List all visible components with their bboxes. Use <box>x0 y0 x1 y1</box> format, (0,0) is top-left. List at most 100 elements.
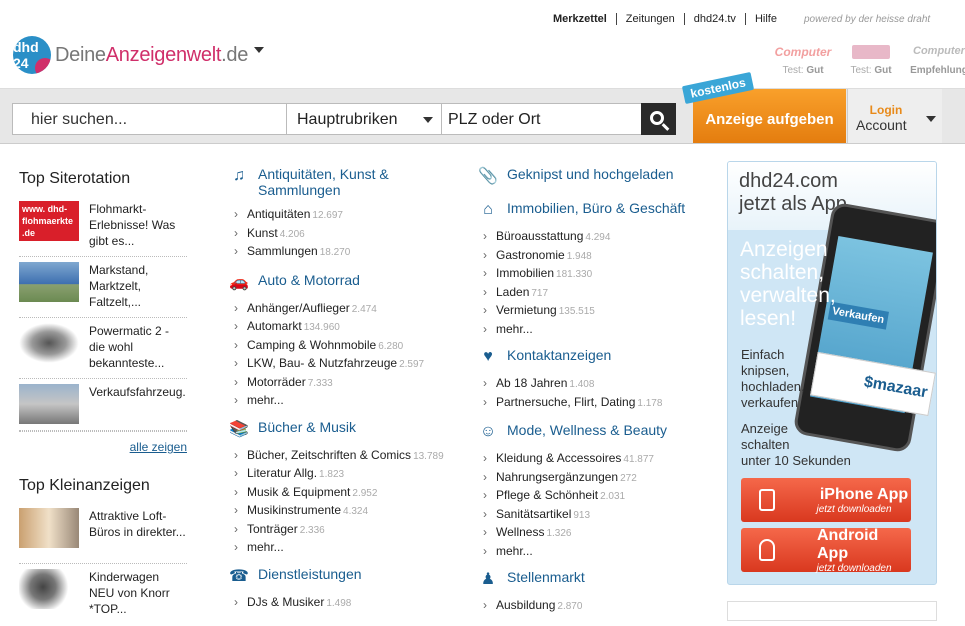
subcategory-link[interactable]: Partnersuche, Flirt, Dating1.178 <box>478 394 718 413</box>
list-item[interactable]: Kinderwagen NEU von Knorr *TOP... <box>19 564 187 625</box>
subcategory-label: Gastronomie <box>496 247 565 262</box>
subcategory-link[interactable]: Literatur Allg.1.823 <box>229 465 469 484</box>
phone-screen-label: Verkaufen <box>827 301 889 330</box>
category-heading[interactable]: 🚗 Auto & Motorrad <box>229 272 469 292</box>
subcategory-link[interactable]: Bücher, Zeitschriften & Comics13.789 <box>229 447 469 466</box>
subcategory-label: Antiquitäten <box>247 207 311 221</box>
subcategory-link[interactable]: Nahrungsergänzungen272 <box>478 469 718 488</box>
headline-line: schalten, <box>740 261 825 284</box>
category-column-2: 📎 Geknipst und hochgeladen ⌂ Immobilien, B… <box>478 166 718 626</box>
subcategory-link[interactable]: Musik & Equipment2.952 <box>229 484 469 503</box>
subcategory-link[interactable]: Sanitätsartikel913 <box>478 506 718 525</box>
more-link[interactable]: mehr... <box>478 543 718 560</box>
subcategory-link[interactable]: Antiquitäten12.697 <box>229 206 469 225</box>
subcategory-link[interactable]: Wellness1.326 <box>478 524 718 543</box>
subcategory-label: mehr... <box>496 543 533 558</box>
more-link[interactable]: mehr... <box>478 321 718 338</box>
show-all-link[interactable]: alle zeigen <box>19 431 187 455</box>
iphone-app-button[interactable]: iPhone App jetzt downloaden <box>741 478 911 522</box>
more-link[interactable]: mehr... <box>229 539 469 556</box>
category-heading[interactable]: ♟ Stellenmarkt <box>478 569 718 589</box>
nav-hilfe[interactable]: Hilfe <box>744 13 786 25</box>
test-label: Test: <box>782 65 804 76</box>
search-button[interactable] <box>641 103 676 135</box>
subcategory-link[interactable]: Anhänger/Auflieger2.474 <box>229 300 469 319</box>
subcategory-link[interactable]: Immobilien181.330 <box>478 265 718 284</box>
subcategory-link[interactable]: Motorräder7.333 <box>229 374 469 393</box>
more-link[interactable]: mehr... <box>229 392 469 409</box>
subcategory-link[interactable]: Gastronomie1.948 <box>478 247 718 266</box>
nav-merkzettel[interactable]: Merkzettel <box>553 13 616 25</box>
category-heading[interactable]: 📎 Geknipst und hochgeladen <box>478 166 718 186</box>
subcategory-label: DJs & Musiker <box>247 594 325 609</box>
subcategory-count: 717 <box>531 287 549 299</box>
account-label: Account <box>856 117 907 133</box>
iphone-icon <box>759 489 775 511</box>
search-input[interactable]: hier suchen... <box>12 103 287 135</box>
subcategory-count: 4.324 <box>343 506 369 517</box>
list-item-text: Powermatic 2 - die wohl bekannteste... <box>89 324 170 370</box>
list-item[interactable]: Attraktive Loft-Büros in direkter... <box>19 503 187 564</box>
category-geknipst: 📎 Geknipst und hochgeladen <box>478 166 718 186</box>
subcategory-count: 1.498 <box>326 597 352 609</box>
category-title: Auto & Motorrad <box>258 271 360 288</box>
subcategory-label: Ab 18 Jahren <box>496 376 568 390</box>
nav-dhd24tv[interactable]: dhd24.tv <box>683 13 745 25</box>
chevron-down-icon[interactable] <box>254 47 265 53</box>
subcategory-link[interactable]: Vermietung135.515 <box>478 302 718 321</box>
list-item[interactable]: Verkaufsfahrzeug. <box>19 379 187 431</box>
category-heading[interactable]: ☎ Dienstleistungen <box>229 566 469 586</box>
list-item-text: Attraktive Loft-Büros in direkter... <box>89 509 186 539</box>
subcategory-count: 41.877 <box>623 454 654 465</box>
subcategory-link[interactable]: Ausbildung2.870 <box>478 597 718 616</box>
subcategory-link[interactable]: Kleidung & Accessoires41.877 <box>478 450 718 469</box>
subcategory-link[interactable]: Musikinstrumente4.324 <box>229 502 469 521</box>
subcategory-count: 2.597 <box>399 359 425 370</box>
subcategory-count: 7.333 <box>307 377 333 389</box>
category-heading[interactable]: ☺ Mode, Wellness & Beauty <box>478 422 718 442</box>
app-promo-text-2: Anzeige schalten unter 10 Sekunden <box>741 421 851 469</box>
subcategory-link[interactable]: Kunst4.206 <box>229 225 469 244</box>
top-kleinanzeigen-title: Top Kleinanzeigen <box>19 477 150 494</box>
headline-line: Anzeigen <box>740 238 828 261</box>
worker-icon: ♟ <box>480 571 496 588</box>
subcategory-link[interactable]: Pflege & Schönheit2.031 <box>478 487 718 506</box>
site-logo[interactable]: dhd 24 DeineAnzeigenwelt.de <box>13 36 265 74</box>
subcategory-link[interactable]: Automarkt134.960 <box>229 318 469 337</box>
category-title: Mode, Wellness & Beauty <box>507 422 668 438</box>
login-menu[interactable]: Login Account <box>847 89 942 143</box>
list-item[interactable]: Markstand, Marktzelt, Faltzelt,... <box>19 257 187 318</box>
list-item[interactable]: www. dhd-flohmaerkte .de Flohmarkt-Erleb… <box>19 196 187 257</box>
category-heading[interactable]: ⌂ Immobilien, Büro & Geschäft <box>478 200 718 220</box>
paperclip-icon: 📎 <box>478 168 498 185</box>
list-item[interactable]: Powermatic 2 - die wohl bekannteste... <box>19 318 187 379</box>
subcategory-link[interactable]: DJs & Musiker1.498 <box>229 594 469 613</box>
subcategory-label: Kunst <box>247 225 278 240</box>
subcategory-link[interactable]: Tonträger2.336 <box>229 521 469 540</box>
category-title: Antiquitäten, Kunst & Sammlungen <box>258 166 389 198</box>
list-item-text: Markstand, Marktzelt, Faltzelt,... <box>89 263 149 309</box>
category-dienstleistungen: ☎ Dienstleistungen DJs & Musiker1.498 <box>229 566 469 613</box>
subcategory-link[interactable]: Ab 18 Jahren1.408 <box>478 375 718 394</box>
category-heading[interactable]: 📚 Bücher & Musik <box>229 419 469 439</box>
subcategory-link[interactable]: Laden717 <box>478 284 718 303</box>
location-input[interactable]: PLZ oder Ort <box>442 103 642 135</box>
test-badge: Computer Empfehlung <box>910 45 965 76</box>
subcategory-link[interactable]: Büroausstattung4.294 <box>478 228 718 247</box>
chevron-down-icon <box>423 117 433 123</box>
subcategory-count: 2.952 <box>352 487 378 499</box>
subcategory-link[interactable]: Camping & Wohnmobile6.280 <box>229 337 469 356</box>
promo-text-line: schalten <box>741 437 790 452</box>
subcategory-label: mehr... <box>496 321 533 336</box>
logo-badge-icon: dhd 24 <box>13 36 51 74</box>
subcategory-link[interactable]: Sammlungen18.270 <box>229 243 469 262</box>
nav-zeitungen[interactable]: Zeitungen <box>615 13 684 25</box>
category-heading[interactable]: ♫ Antiquitäten, Kunst & Sammlungen <box>229 166 469 198</box>
subcategory-link[interactable]: LKW, Bau- & Nutzfahrzeuge2.597 <box>229 355 469 374</box>
app-promo-banner[interactable]: dhd24.com jetzt als App Verkaufen $mazaa… <box>727 161 937 585</box>
android-app-button[interactable]: Android App jetzt downloaden <box>741 527 911 574</box>
top-siterotation-title: Top Siterotation <box>19 170 131 187</box>
category-heading[interactable]: ♥ Kontaktanzeigen <box>478 347 718 367</box>
search-icon <box>650 110 664 125</box>
category-select[interactable]: Hauptrubriken <box>287 103 442 135</box>
